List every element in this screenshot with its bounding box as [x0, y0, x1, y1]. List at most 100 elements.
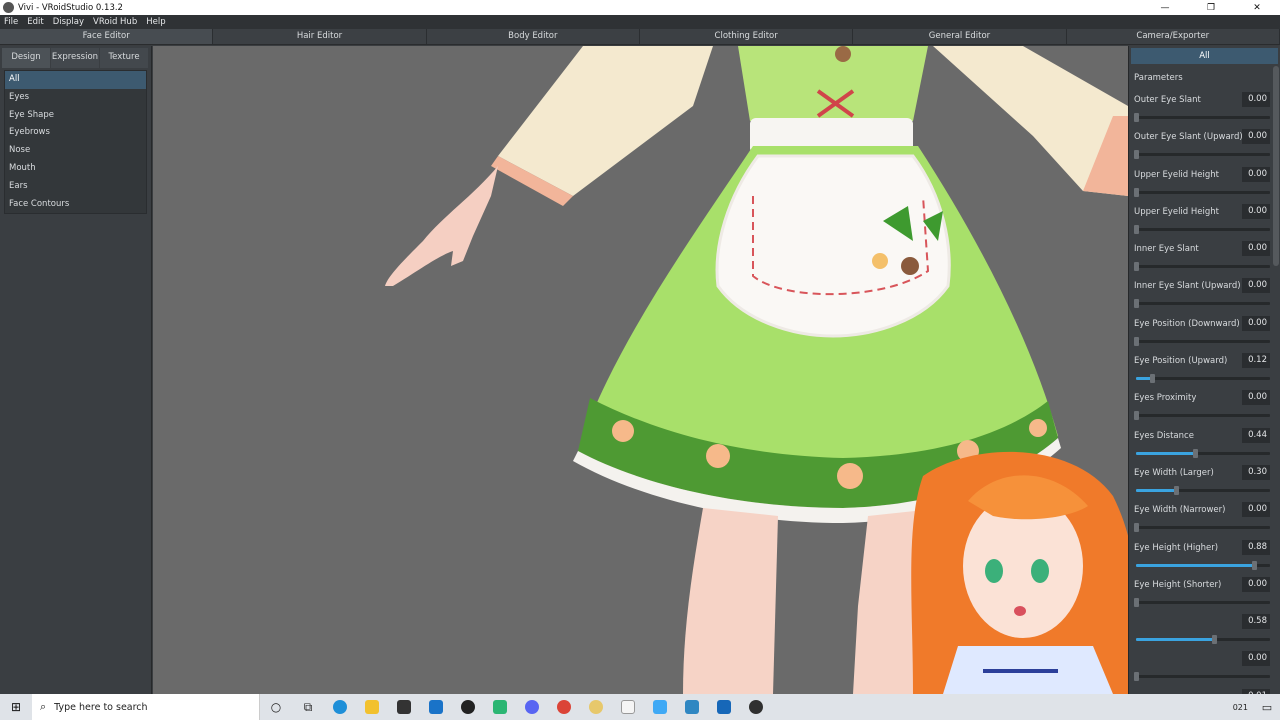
parameter-slider-thumb[interactable]	[1134, 523, 1139, 533]
parameter-value-field[interactable]: 0.00	[1242, 92, 1270, 107]
parameter-slider-fill	[1136, 488, 1177, 492]
obs-icon[interactable]	[740, 694, 772, 720]
parameter-slider[interactable]	[1136, 448, 1270, 458]
close-button[interactable]: ✕	[1234, 0, 1280, 15]
tab-clothing-editor[interactable]: Clothing Editor	[640, 29, 854, 44]
mail-icon[interactable]	[420, 694, 452, 720]
parameter-slider-thumb[interactable]	[1134, 336, 1139, 346]
parameter-slider-thumb[interactable]	[1134, 411, 1139, 421]
subtab-design[interactable]: Design	[2, 48, 50, 68]
paint-icon[interactable]	[580, 694, 612, 720]
parameter-slider-thumb[interactable]	[1134, 597, 1139, 607]
parameter-value-field[interactable]: 0.00	[1242, 166, 1270, 182]
menu-file[interactable]: File	[4, 17, 18, 27]
category-eyebrows[interactable]: Eyebrows	[5, 124, 146, 142]
notification-icon[interactable]: ▭	[1254, 694, 1280, 720]
tab-general-editor[interactable]: General Editor	[853, 29, 1067, 44]
edge-icon[interactable]	[324, 694, 356, 720]
parameter-slider[interactable]	[1134, 150, 1270, 160]
store-icon[interactable]	[388, 694, 420, 720]
taskbar-search[interactable]: ⌕ Type here to search	[32, 694, 260, 720]
menu-vroid-hub[interactable]: VRoid Hub	[93, 17, 137, 27]
tab-hair-editor[interactable]: Hair Editor	[213, 29, 427, 44]
parameter-value-field[interactable]: 0.00	[1242, 241, 1270, 257]
parameter-slider[interactable]	[1134, 336, 1270, 346]
parameter-slider[interactable]	[1134, 262, 1270, 272]
parameter-value-field[interactable]: 0.00	[1242, 278, 1270, 294]
minimize-button[interactable]: —	[1142, 0, 1188, 15]
parameter-slider[interactable]	[1134, 597, 1270, 607]
parameter-value-field[interactable]: 0.00	[1242, 576, 1270, 592]
parameter-slider[interactable]	[1134, 299, 1270, 309]
parameter-row: Inner Eye Slant (Upward) 0.00	[1129, 278, 1280, 315]
parameter-value-field[interactable]: 0.88	[1242, 539, 1270, 555]
task-view-icon[interactable]: ⧉	[292, 694, 324, 720]
subtab-expression[interactable]: Expression	[51, 48, 99, 68]
app-green-icon[interactable]	[484, 694, 516, 720]
parameter-value-field[interactable]: 0.44	[1242, 427, 1270, 443]
parameter-value-field[interactable]: 0.00	[1242, 390, 1270, 406]
parameter-slider-thumb[interactable]	[1134, 187, 1139, 197]
parameter-value-field[interactable]: 0.30	[1242, 464, 1270, 480]
parameters-scrollbar[interactable]	[1273, 66, 1279, 266]
category-mouth[interactable]: Mouth	[5, 160, 146, 178]
subtab-texture[interactable]: Texture	[100, 48, 148, 68]
tab-face-editor[interactable]: Face Editor	[0, 29, 214, 44]
parameter-slider-thumb[interactable]	[1174, 485, 1180, 495]
parameter-slider-thumb[interactable]	[1134, 299, 1139, 309]
model-viewport[interactable]	[153, 46, 1128, 694]
menu-edit[interactable]: Edit	[27, 17, 43, 27]
notepad-icon[interactable]	[612, 694, 644, 720]
parameter-value-field[interactable]: 0.00	[1242, 502, 1270, 518]
tab-camera-exporter[interactable]: Camera/Exporter	[1067, 29, 1280, 44]
category-all[interactable]: All	[5, 71, 146, 89]
parameter-slider[interactable]	[1134, 672, 1270, 682]
search-icon: ⌕	[40, 700, 47, 713]
xbox-icon[interactable]	[452, 694, 484, 720]
parameter-value-field[interactable]: 0.12	[1242, 353, 1270, 369]
parameter-slider[interactable]	[1136, 374, 1270, 384]
parameter-slider[interactable]	[1134, 113, 1270, 122]
parameter-slider-thumb[interactable]	[1134, 224, 1139, 234]
file-explorer-icon[interactable]	[356, 694, 388, 720]
overlay-avatar-left-eye	[985, 559, 1003, 583]
app-w-icon[interactable]	[644, 694, 676, 720]
parameter-slider-thumb[interactable]	[1150, 374, 1156, 384]
parameter-slider-thumb[interactable]	[1251, 560, 1257, 570]
discord-icon[interactable]	[516, 694, 548, 720]
parameter-value-field[interactable]: 0.00	[1242, 315, 1270, 331]
menu-help[interactable]: Help	[146, 17, 165, 27]
tab-body-editor[interactable]: Body Editor	[427, 29, 640, 44]
category-eyes[interactable]: Eyes	[5, 89, 146, 107]
parameter-value-field[interactable]: 0.00	[1242, 651, 1270, 667]
parameter-slider-thumb[interactable]	[1134, 150, 1139, 160]
category-ears[interactable]: Ears	[5, 178, 146, 196]
chrome-icon[interactable]	[548, 694, 580, 720]
parameter-slider-thumb[interactable]	[1192, 448, 1198, 458]
parameter-slider-thumb[interactable]	[1134, 672, 1139, 682]
media-icon[interactable]	[708, 694, 740, 720]
parameter-slider-thumb[interactable]	[1134, 262, 1139, 272]
parameter-slider[interactable]	[1134, 187, 1270, 197]
maximize-button[interactable]: ❐	[1188, 0, 1234, 15]
menu-display[interactable]: Display	[53, 17, 84, 27]
category-eye-shape[interactable]: Eye Shape	[5, 107, 146, 125]
vroid-icon[interactable]	[676, 694, 708, 720]
parameter-slider-thumb[interactable]	[1211, 635, 1217, 645]
parameter-slider[interactable]	[1136, 560, 1270, 570]
parameter-slider[interactable]	[1134, 523, 1270, 533]
parameter-row: Eyes Distance 0.44	[1129, 427, 1280, 465]
parameter-slider-thumb[interactable]	[1134, 113, 1139, 122]
parameter-slider[interactable]	[1136, 485, 1270, 495]
start-button[interactable]: ⊞	[0, 694, 32, 720]
parameter-slider[interactable]	[1136, 635, 1270, 645]
parameter-value-field[interactable]: 0.00	[1242, 129, 1270, 145]
parameter-row: Eye Height (Shorter) 0.00	[1129, 576, 1280, 614]
parameter-value-field[interactable]: 0.00	[1242, 203, 1270, 219]
category-nose[interactable]: Nose	[5, 142, 146, 160]
cortana-icon[interactable]: ○	[260, 694, 292, 720]
parameter-slider[interactable]	[1134, 224, 1270, 234]
parameter-value-field[interactable]: 0.58	[1242, 614, 1270, 630]
parameter-slider[interactable]	[1134, 411, 1270, 421]
category-face-contours[interactable]: Face Contours	[5, 196, 146, 214]
